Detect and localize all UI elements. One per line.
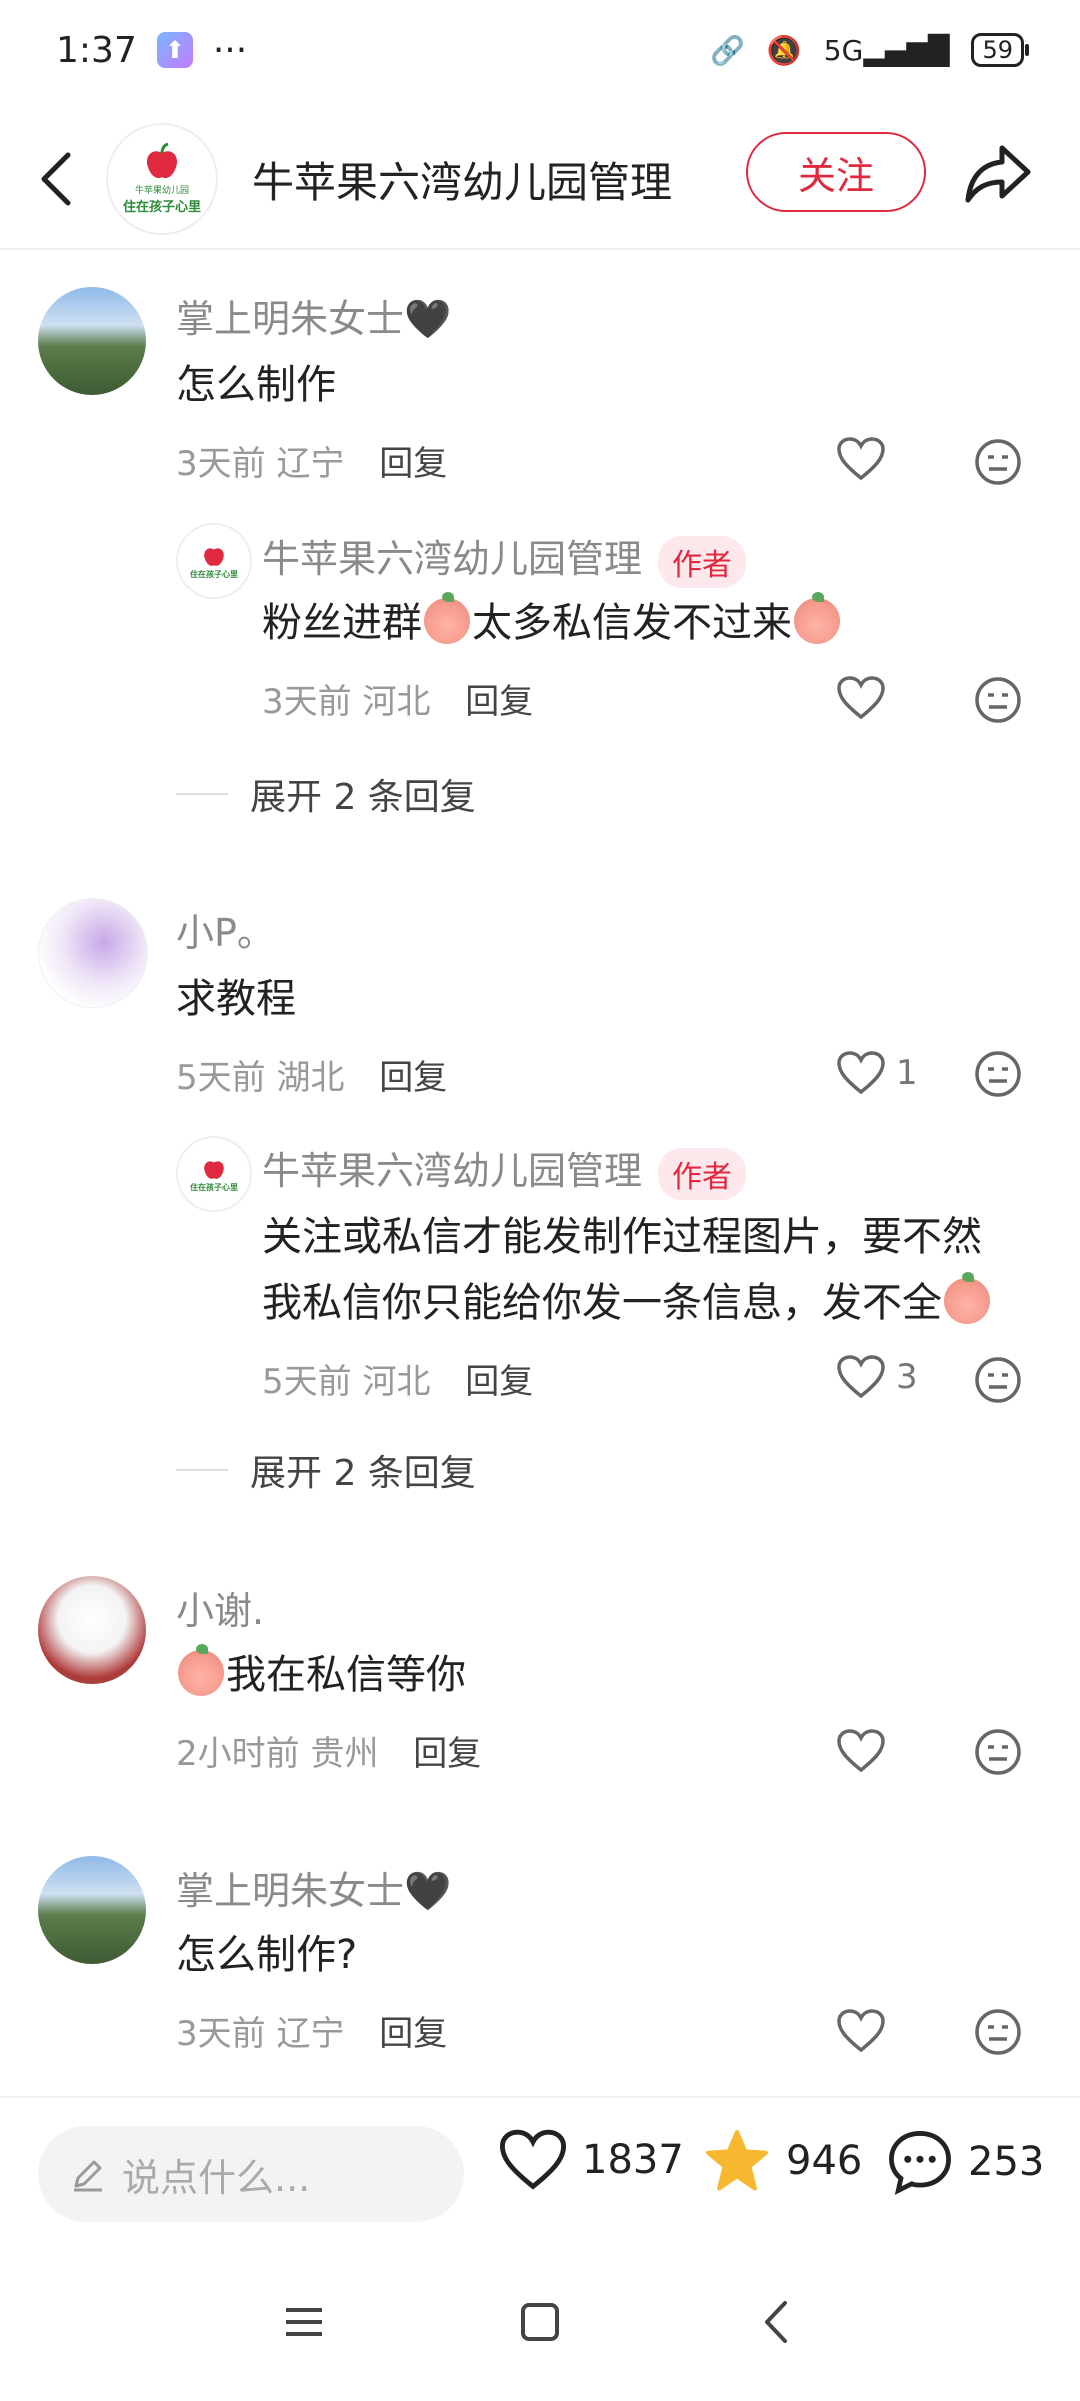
expand-replies-button[interactable]: 展开 2 条回复 bbox=[176, 768, 476, 820]
reply-user-name[interactable]: 牛苹果六湾幼儿园管理 作者 bbox=[262, 1140, 747, 1200]
user-name[interactable]: 小P。 bbox=[176, 902, 275, 957]
like-button[interactable] bbox=[836, 2008, 896, 2054]
status-time: 1:37 bbox=[56, 29, 137, 71]
status-bar: 1:37 ⬆ ··· 🔗 🔕 5G▂▄▆█ 59 bbox=[0, 0, 1080, 100]
heart-icon bbox=[837, 1729, 885, 1773]
home-icon[interactable] bbox=[510, 2292, 570, 2352]
page-title: 牛苹果六湾幼儿园管理 bbox=[252, 157, 673, 207]
reply-button[interactable]: 回复 bbox=[379, 444, 447, 484]
peach-emoji-icon bbox=[944, 1272, 990, 1324]
emoji-reaction-icon[interactable] bbox=[974, 1050, 1022, 1098]
comment-total: 253 bbox=[968, 2139, 1045, 2185]
author-tag: 作者 bbox=[658, 535, 747, 588]
comment-text: 怎么制作 bbox=[176, 362, 336, 408]
user-avatar[interactable] bbox=[38, 1856, 146, 1964]
star-icon bbox=[706, 2130, 768, 2191]
user-name[interactable]: 掌上明朱女士🖤 bbox=[176, 288, 451, 343]
emoji-reaction-icon[interactable] bbox=[974, 438, 1022, 486]
heart-icon bbox=[837, 676, 885, 720]
comment-text: 我在私信等你 bbox=[176, 1642, 466, 1708]
reply-avatar[interactable]: 住在孩子心里 bbox=[176, 523, 252, 599]
status-more-dots: ··· bbox=[212, 29, 248, 71]
comment-meta: 3天前 辽宁 回复 bbox=[176, 436, 447, 485]
reply-avatar[interactable]: 住在孩子心里 bbox=[176, 1136, 252, 1212]
comment-stat-button[interactable]: 253 bbox=[886, 2128, 1044, 2196]
bottom-action-bar: 说点什么... 1837 946 253 bbox=[0, 2096, 1080, 2246]
back-arrow-icon[interactable] bbox=[26, 139, 86, 219]
system-nav-bar bbox=[0, 2270, 1080, 2380]
peach-emoji-icon bbox=[424, 592, 470, 644]
like-button[interactable]: 1 bbox=[836, 1050, 918, 1096]
like-button[interactable] bbox=[836, 675, 896, 721]
user-name[interactable]: 小谢. bbox=[176, 1580, 264, 1635]
heart-icon bbox=[499, 2129, 567, 2190]
heart-icon bbox=[837, 2009, 885, 2053]
emoji-reaction-icon[interactable] bbox=[974, 1728, 1022, 1776]
emoji-reaction-icon[interactable] bbox=[974, 1356, 1022, 1404]
emoji-reaction-icon[interactable] bbox=[974, 676, 1022, 724]
mute-icon: 🔕 bbox=[766, 33, 802, 67]
like-button[interactable] bbox=[836, 1728, 896, 1774]
reply-text-line2: 我私信你只能给你发一条信息，发不全 bbox=[262, 1270, 992, 1336]
reply-user-name[interactable]: 牛苹果六湾幼儿园管理 作者 bbox=[262, 528, 747, 588]
like-stat-button[interactable]: 1837 bbox=[498, 2128, 684, 2192]
peach-emoji-icon bbox=[178, 1644, 224, 1696]
comment-text: 求教程 bbox=[176, 976, 296, 1022]
reply-meta: 3天前 河北 回复 bbox=[262, 682, 534, 722]
pencil-icon bbox=[74, 2160, 102, 2192]
link-icon: 🔗 bbox=[710, 33, 745, 67]
author-tag: 作者 bbox=[658, 1147, 747, 1200]
like-button[interactable]: 3 bbox=[836, 1354, 918, 1400]
reply-button[interactable]: 回复 bbox=[379, 2014, 447, 2054]
reply-button[interactable]: 回复 bbox=[379, 1058, 447, 1098]
reply-avatar-text: 住在孩子心里 bbox=[190, 569, 238, 579]
heart-icon bbox=[837, 1051, 885, 1095]
comment-time: 3天前 bbox=[176, 444, 266, 484]
comment-bubble-icon bbox=[889, 2131, 951, 2195]
reply-button[interactable]: 回复 bbox=[465, 682, 533, 722]
user-avatar[interactable] bbox=[38, 287, 146, 395]
comment-meta: 5天前 湖北 回复 bbox=[176, 1058, 448, 1098]
comment-meta: 2小时前 贵州 回复 bbox=[176, 1734, 482, 1774]
nav-back-icon[interactable] bbox=[746, 2292, 806, 2352]
heart-icon bbox=[837, 437, 885, 481]
follow-button[interactable]: 关注 bbox=[746, 132, 926, 212]
emoji-reaction-icon[interactable] bbox=[974, 2008, 1022, 2056]
battery-icon: 59 bbox=[971, 33, 1029, 67]
comment-input[interactable]: 说点什么... bbox=[38, 2126, 464, 2222]
menu-icon[interactable] bbox=[274, 2292, 334, 2352]
account-avatar[interactable]: 牛苹果幼儿园 住在孩子心里 bbox=[106, 123, 218, 235]
favorite-total: 946 bbox=[786, 2138, 863, 2184]
reply-text-line1: 关注或私信才能发制作过程图片，要不然 bbox=[262, 1214, 982, 1260]
reply-meta: 5天前 河北 回复 bbox=[262, 1362, 534, 1402]
reply-button[interactable]: 回复 bbox=[465, 1362, 533, 1402]
reply-text: 粉丝进群 太多私信发不过来 bbox=[262, 590, 842, 656]
like-count: 1 bbox=[896, 1053, 918, 1093]
user-avatar[interactable] bbox=[38, 1576, 146, 1684]
signal-icon: 5G▂▄▆█ bbox=[823, 33, 950, 67]
comment-meta: 3天前 辽宁 回复 bbox=[176, 2014, 448, 2054]
avatar-line1: 牛苹果幼儿园 bbox=[134, 186, 189, 196]
reply-button[interactable]: 回复 bbox=[413, 1734, 481, 1774]
comment-location: 辽宁 bbox=[276, 444, 345, 484]
share-icon[interactable] bbox=[962, 138, 1034, 210]
favorite-stat-button[interactable]: 946 bbox=[702, 2128, 862, 2194]
header: 牛苹果幼儿园 住在孩子心里 牛苹果六湾幼儿园管理 关注 bbox=[0, 110, 1080, 250]
comment-input-placeholder: 说点什么... bbox=[122, 2155, 311, 2200]
avatar-line2: 住在孩子心里 bbox=[122, 200, 201, 215]
user-avatar[interactable] bbox=[38, 898, 148, 1008]
apple-logo-icon bbox=[146, 143, 178, 179]
peach-emoji-icon bbox=[794, 592, 840, 644]
upload-app-icon: ⬆ bbox=[156, 32, 193, 68]
user-name[interactable]: 掌上明朱女士🖤 bbox=[176, 1860, 451, 1915]
like-count: 3 bbox=[896, 1357, 918, 1397]
expand-replies-button[interactable]: 展开 2 条回复 bbox=[176, 1444, 476, 1496]
heart-icon bbox=[837, 1355, 885, 1399]
comment-text: 怎么制作? bbox=[176, 1932, 358, 1978]
like-total: 1837 bbox=[582, 2137, 684, 2183]
like-button[interactable] bbox=[836, 436, 896, 482]
